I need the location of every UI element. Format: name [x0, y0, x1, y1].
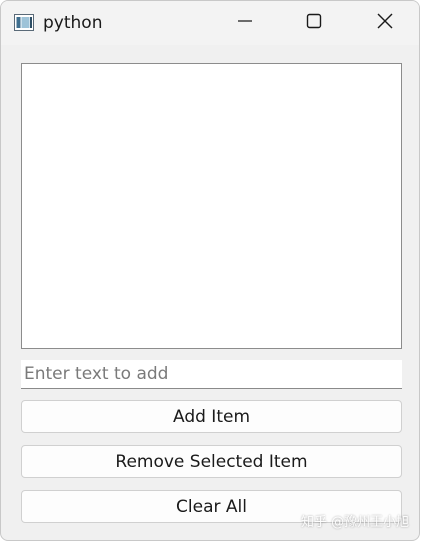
close-button[interactable] — [362, 1, 408, 45]
remove-selected-button[interactable]: Remove Selected Item — [21, 445, 402, 478]
maximize-icon — [306, 13, 322, 33]
watermark: 知乎 @豫州王小旭 — [301, 515, 410, 530]
minimize-icon — [237, 13, 253, 33]
python-window-icon — [14, 14, 34, 31]
minimize-button[interactable] — [222, 1, 268, 45]
add-text-input[interactable] — [21, 360, 402, 389]
app-window: python Add Item — [0, 0, 420, 541]
window-title: python — [43, 13, 103, 33]
add-item-button[interactable]: Add Item — [21, 400, 402, 433]
maximize-button[interactable] — [291, 1, 337, 45]
item-list[interactable] — [21, 63, 402, 349]
close-icon — [377, 13, 393, 33]
title-bar[interactable]: python — [1, 1, 419, 45]
